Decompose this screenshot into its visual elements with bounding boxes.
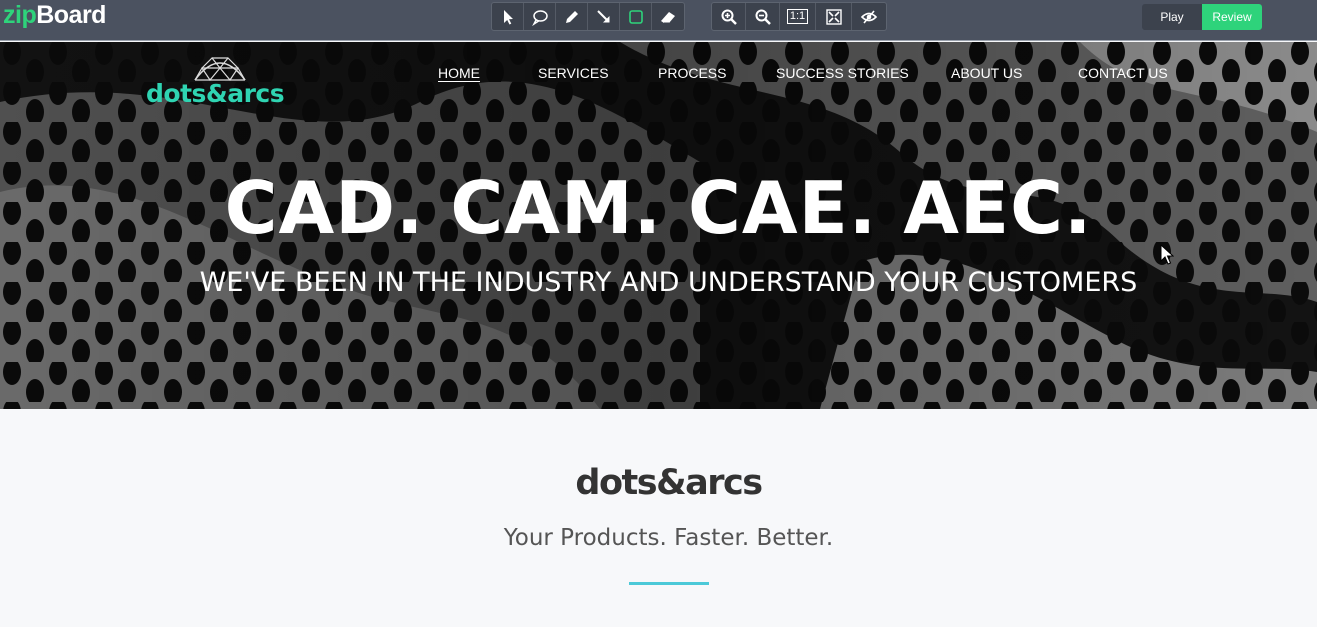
fit-screen-icon [825, 8, 842, 25]
actual-size-icon: 1:1 [786, 9, 809, 24]
comment-tool-button[interactable] [524, 3, 556, 30]
nav-item-about-us[interactable]: ABOUT US [951, 64, 1022, 82]
zipboard-logo-board: Board [36, 1, 106, 29]
zipboard-logo[interactable]: zipBoard [3, 1, 106, 29]
comment-bubble-icon [531, 9, 548, 26]
pencil-tool-button[interactable] [556, 3, 588, 30]
zoom-out-button[interactable] [746, 3, 780, 30]
annotation-tool-group [491, 2, 685, 31]
pointer-tool-button[interactable] [492, 3, 524, 30]
hide-annotations-button[interactable] [852, 3, 886, 30]
hero-title: CAD. CAM. CAE. AEC. [224, 166, 1093, 250]
arrow-tool-button[interactable] [588, 3, 620, 30]
hide-annotations-icon [860, 9, 878, 24]
fit-screen-button[interactable] [816, 3, 852, 30]
pencil-icon [565, 10, 578, 23]
review-toolbar: zipBoard 1:1 Play Review [0, 0, 1317, 41]
review-mode-button[interactable]: Review [1202, 4, 1262, 30]
nav-item-services[interactable]: SERVICES [538, 64, 609, 82]
main-nav: HOME SERVICES PROCESS SUCCESS STORIES AB… [0, 64, 1317, 84]
pointer-icon [503, 9, 513, 24]
zoom-in-icon [721, 9, 737, 25]
intro-section: dots&arcs Your Products. Faster. Better. [0, 409, 1317, 627]
zoom-in-button[interactable] [712, 3, 746, 30]
nav-item-success-stories[interactable]: SUCCESS STORIES [776, 64, 909, 82]
zoom-out-icon [755, 9, 771, 25]
play-mode-button[interactable]: Play [1142, 4, 1202, 30]
view-tool-group: 1:1 [711, 2, 887, 31]
actual-size-button[interactable]: 1:1 [780, 3, 816, 30]
arrow-icon [596, 9, 609, 22]
nav-item-contact-us[interactable]: CONTACT US [1078, 64, 1168, 82]
rectangle-icon [628, 9, 643, 24]
mouse-cursor-icon [1160, 244, 1174, 265]
intro-title: dots&arcs [575, 463, 763, 503]
zipboard-logo-zip: zip [3, 1, 37, 29]
section-divider [629, 582, 709, 585]
eraser-tool-button[interactable] [652, 3, 684, 30]
nav-item-home[interactable]: HOME [438, 64, 480, 82]
hero-subtitle: WE'VE BEEN IN THE INDUSTRY AND UNDERSTAN… [199, 267, 1138, 298]
eraser-icon [661, 11, 675, 23]
intro-tagline: Your Products. Faster. Better. [503, 525, 834, 551]
site-logo-text: dots&arcs [146, 79, 285, 108]
nav-item-process[interactable]: PROCESS [658, 64, 726, 82]
rectangle-tool-button[interactable] [620, 3, 652, 30]
mode-switch: Play Review [1142, 4, 1262, 30]
hero-section: dots&arcs HOME SERVICES PROCESS SUCCESS … [0, 42, 1317, 409]
